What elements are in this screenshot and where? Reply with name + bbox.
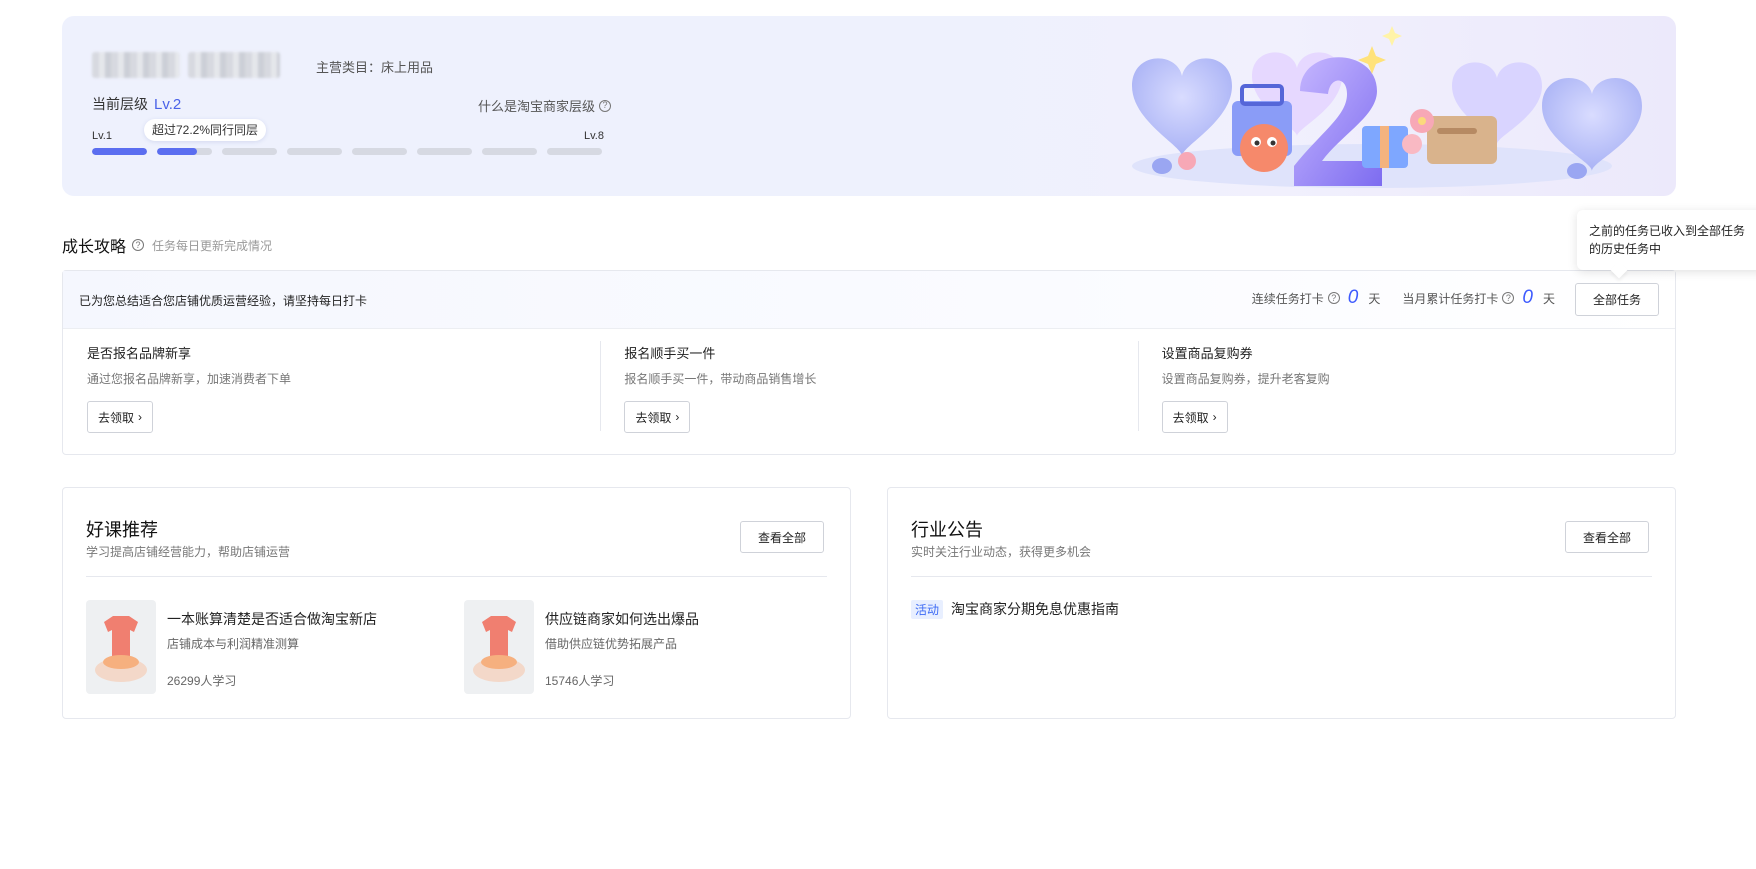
claim-button[interactable]: 去领取 ›: [624, 401, 691, 433]
progress-segment: [352, 148, 407, 155]
task-item: 报名顺手买一件 报名顺手买一件，带动商品销售增长 去领取 ›: [600, 329, 1137, 455]
month-checkin-label: 当月累计任务打卡: [1402, 291, 1499, 306]
level-min-label: Lv.1: [92, 130, 112, 142]
task-item: 是否报名品牌新享 通过您报名品牌新享，加速消费者下单 去领取 ›: [63, 329, 600, 455]
announcements-title: 行业公告: [911, 520, 983, 540]
announcements-card: 行业公告 实时关注行业动态，获得更多机会 查看全部 活动 淘宝商家分期免息优惠指…: [887, 487, 1676, 719]
task-item: 设置商品复购券 设置商品复购券，提升老客复购 去领取 ›: [1137, 329, 1675, 455]
course-thumbnail: [86, 600, 156, 694]
courses-title: 好课推荐: [86, 520, 158, 540]
progress-segment: [287, 148, 342, 155]
growth-title-text: 成长攻略: [62, 239, 127, 256]
question-icon[interactable]: ?: [132, 239, 145, 251]
announcement-tag: 活动: [911, 599, 944, 619]
announcements-subtitle: 实时关注行业动态，获得更多机会: [911, 545, 1092, 559]
main-category-label: 主营类目：: [316, 60, 382, 75]
course-item[interactable]: 一本账算清楚是否适合做淘宝新店 店铺成本与利润精准测算 26299人学习: [86, 600, 426, 696]
task-desc: 报名顺手买一件，带动商品销售增长: [624, 372, 817, 386]
courses-view-all-button[interactable]: 查看全部: [740, 521, 824, 553]
claim-button[interactable]: 去领取 ›: [1161, 401, 1228, 433]
progress-segment: [222, 148, 277, 155]
question-icon: ?: [599, 99, 612, 112]
task-card-header: 已为您总结适合您店铺优质运营经验，请坚持每日打卡 连续任务打卡 ? 0 天 当月…: [63, 271, 1675, 329]
month-checkin-value: 0: [1522, 287, 1533, 308]
course-learner-count: 15746人学习: [545, 674, 615, 688]
task-card: 已为您总结适合您店铺优质运营经验，请坚持每日打卡 连续任务打卡 ? 0 天 当月…: [62, 270, 1676, 455]
history-tasks-tooltip: 之前的任务已收入到全部任务的历史任务中 ›: [1577, 210, 1756, 270]
course-title: 一本账算清楚是否适合做淘宝新店: [167, 611, 377, 627]
task-title: 是否报名品牌新享: [87, 346, 192, 361]
course-item[interactable]: 供应链商家如何选出爆品 借助供应链优势拓展产品 15746人学习: [464, 600, 804, 696]
task-list: 是否报名品牌新享 通过您报名品牌新享，加速消费者下单 去领取 › 报名顺手买一件…: [63, 329, 1675, 455]
chevron-right-icon: ›: [138, 410, 143, 424]
divider: [86, 576, 827, 577]
course-info: 一本账算清楚是否适合做淘宝新店 店铺成本与利润精准测算 26299人学习: [167, 600, 377, 696]
current-level-value: Lv.2: [154, 96, 182, 113]
growth-subtitle: 任务每日更新完成情况: [152, 238, 273, 253]
progress-segment-fill: [157, 148, 197, 155]
progress-segment: [547, 148, 602, 155]
level-banner: 主营类目：床上用品 当前层级 Lv.2 什么是淘宝商家层级 ? Lv.1 Lv.…: [62, 16, 1676, 196]
announcements-view-all-button[interactable]: 查看全部: [1565, 521, 1649, 553]
streak-label: 连续任务打卡: [1251, 291, 1324, 306]
question-icon[interactable]: ?: [1502, 292, 1515, 304]
course-title: 供应链商家如何选出爆品: [545, 611, 699, 627]
announcement-item[interactable]: 活动 淘宝商家分期免息优惠指南: [911, 599, 1119, 619]
what-is-level-text: 什么是淘宝商家层级: [478, 99, 596, 114]
course-desc: 店铺成本与利润精准测算: [167, 637, 300, 651]
progress-tip: 超过72.2%同行同层: [144, 119, 267, 141]
shop-name-redacted: [92, 52, 280, 78]
courses-subtitle: 学习提高店铺经营能力，帮助店铺运营: [86, 545, 291, 559]
course-learner-count: 26299人学习: [167, 674, 237, 688]
current-level: 当前层级 Lv.2: [92, 94, 181, 114]
announcement-text: 淘宝商家分期免息优惠指南: [951, 601, 1120, 617]
claim-button-label: 去领取: [1172, 410, 1209, 425]
progress-segment: [92, 148, 147, 155]
claim-button-label: 去领取: [98, 410, 135, 425]
task-desc: 设置商品复购券，提升老客复购: [1161, 372, 1330, 386]
claim-button-label: 去领取: [635, 410, 672, 425]
courses-card: 好课推荐 学习提高店铺经营能力，帮助店铺运营 查看全部 一本账算清楚是否适合做淘…: [62, 487, 851, 719]
what-is-level-link[interactable]: 什么是淘宝商家层级 ?: [478, 96, 612, 115]
all-tasks-button[interactable]: 全部任务: [1575, 283, 1659, 316]
divider: [911, 576, 1652, 577]
question-icon[interactable]: ?: [1327, 292, 1340, 304]
checkin-stats: 连续任务打卡 ? 0 天 当月累计任务打卡 ? 0 天: [1252, 287, 1555, 309]
main-category-value: 床上用品: [381, 60, 434, 75]
chevron-right-icon: ›: [675, 410, 680, 424]
course-thumbnail: [464, 600, 534, 694]
progress-segment: [482, 148, 537, 155]
streak-value: 0: [1347, 287, 1359, 308]
task-desc: 通过您报名品牌新享，加速消费者下单: [87, 372, 292, 386]
streak-unit: 天: [1368, 291, 1381, 306]
claim-button[interactable]: 去领取 ›: [87, 401, 154, 433]
growth-section-title: 成长攻略 ? 任务每日更新完成情况: [62, 233, 272, 257]
level-illustration: [1132, 26, 1642, 188]
task-title: 设置商品复购券: [1161, 346, 1253, 361]
level-max-label: Lv.8: [584, 130, 604, 142]
course-desc: 借助供应链优势拓展产品: [545, 637, 678, 651]
main-category: 主营类目：床上用品: [316, 57, 433, 76]
month-checkin-unit: 天: [1542, 291, 1555, 306]
progress-segment-fill: [92, 148, 147, 155]
progress-segment: [157, 148, 212, 155]
task-title: 报名顺手买一件: [624, 346, 716, 361]
task-header-text: 已为您总结适合您店铺优质运营经验，请坚持每日打卡: [79, 294, 368, 308]
course-info: 供应链商家如何选出爆品 借助供应链优势拓展产品 15746人学习: [545, 600, 699, 696]
progress-segment: [417, 148, 472, 155]
chevron-right-icon: ›: [1212, 410, 1217, 424]
tooltip-text: 之前的任务已收入到全部任务的历史任务中: [1589, 224, 1746, 256]
level-progress: [92, 148, 602, 155]
current-level-label: 当前层级: [92, 96, 148, 112]
